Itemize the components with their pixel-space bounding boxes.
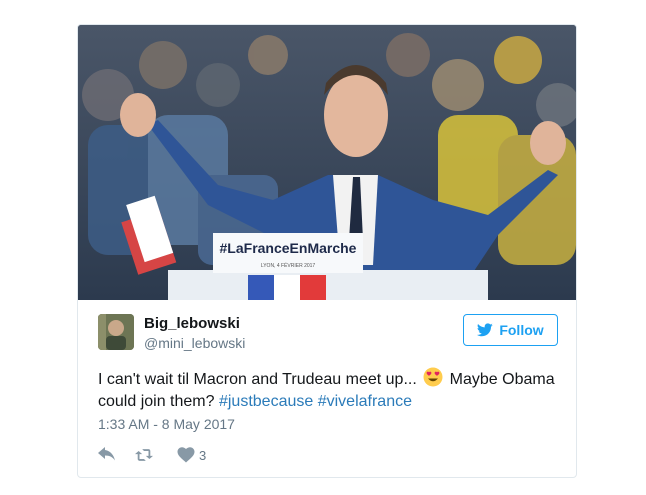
heart-icon [177, 447, 195, 463]
follow-label: Follow [499, 322, 544, 338]
display-name[interactable]: Big_lebowski [144, 315, 240, 332]
tweet-photo[interactable]: #LaFranceEnMarche LYON, 4 FÉVRIER 2017 [78, 25, 576, 300]
tweet-card: #LaFranceEnMarche LYON, 4 FÉVRIER 2017 B… [77, 24, 577, 478]
tweet-header: Big_lebowski @mini_lebowski Follow [98, 314, 558, 354]
podium-date: LYON, 4 FÉVRIER 2017 [261, 262, 316, 269]
avatar[interactable] [98, 314, 134, 350]
like-count: 3 [199, 447, 207, 463]
user-handle[interactable]: @mini_lebowski [144, 335, 245, 351]
reply-button[interactable] [98, 447, 135, 463]
retweet-icon [135, 449, 153, 461]
tweet-timestamp[interactable]: 1:33 AM - 8 May 2017 [98, 416, 235, 432]
speaker-photo: #LaFranceEnMarche LYON, 4 FÉVRIER 2017 [78, 25, 576, 300]
tweet-actions: 3 [98, 445, 206, 465]
tweet-text: I can't wait til Macron and Trudeau meet… [98, 367, 568, 413]
podium-slogan: #LaFranceEnMarche [220, 240, 357, 256]
retweet-button[interactable] [135, 447, 177, 463]
like-button[interactable]: 3 [177, 447, 206, 463]
twitter-bird-icon [477, 323, 494, 337]
tweet-text-part-1: I can't wait til Macron and Trudeau meet… [98, 371, 417, 388]
follow-button[interactable]: Follow [463, 314, 558, 346]
hashtag-justbecause[interactable]: #justbecause [219, 393, 313, 410]
heart-eyes-emoji-icon [423, 367, 443, 387]
reply-icon [98, 447, 115, 461]
hashtag-vivelafrance[interactable]: #vivelafrance [318, 393, 412, 410]
